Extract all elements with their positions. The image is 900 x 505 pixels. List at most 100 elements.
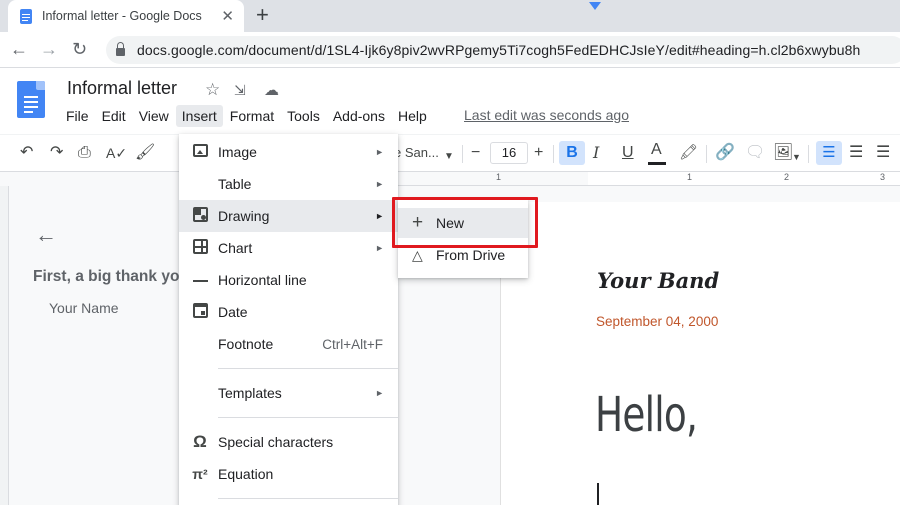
chart-icon xyxy=(191,238,209,258)
toolbar-separator xyxy=(808,145,809,163)
band-heading: Your Band xyxy=(597,268,720,293)
print-icon[interactable]: ⎙ xyxy=(78,143,91,163)
insert-menu-dropdown: Image ► Table ► Drawing ► Chart ► Horizo… xyxy=(179,134,398,505)
insert-chart-menu-item[interactable]: Chart ► xyxy=(179,232,398,264)
insert-image-icon[interactable]: 🖼 xyxy=(773,143,793,163)
menu-separator xyxy=(218,417,398,418)
submenu-arrow-icon: ► xyxy=(375,147,384,157)
text-cursor xyxy=(597,483,599,505)
insert-special-characters-menu-item[interactable]: Ω Special characters xyxy=(179,426,398,458)
submenu-arrow-icon: ► xyxy=(375,211,384,221)
menu-tools[interactable]: Tools xyxy=(281,105,326,127)
greeting-text: Hello, xyxy=(595,387,698,443)
new-tab-button[interactable]: + xyxy=(256,3,269,27)
docs-logo-icon[interactable] xyxy=(17,81,45,118)
vertical-ruler xyxy=(0,186,9,505)
font-family-select[interactable]: e San... xyxy=(394,145,439,160)
ruler-label: 1 xyxy=(687,172,693,182)
align-right-icon[interactable]: ☰ xyxy=(876,143,890,163)
highlight-color-icon[interactable]: 🖍 xyxy=(679,143,698,163)
insert-table-menu-item[interactable]: Table ► xyxy=(179,168,398,200)
move-folder-icon[interactable]: ⇲ xyxy=(234,82,246,99)
footnote-shortcut: Ctrl+Alt+F xyxy=(322,336,383,352)
browser-tab-bar: Informal letter - Google Docs ✕ + xyxy=(0,0,900,32)
insert-equation-menu-item[interactable]: π² Equation xyxy=(179,458,398,490)
browser-tab[interactable]: Informal letter - Google Docs ✕ xyxy=(8,0,244,32)
menu-separator xyxy=(218,368,398,369)
menu-insert[interactable]: Insert xyxy=(175,105,223,127)
close-outline-icon[interactable]: ← xyxy=(35,222,57,248)
underline-button[interactable]: U xyxy=(622,143,634,163)
back-button[interactable]: ← xyxy=(10,39,28,59)
outline-heading[interactable]: First, a big thank you xyxy=(33,268,189,286)
document-outline-panel: ← First, a big thank you Your Name xyxy=(9,186,189,505)
reload-button[interactable]: ↻ xyxy=(72,39,87,59)
italic-button[interactable]: I xyxy=(593,143,599,163)
menu-separator xyxy=(218,498,398,499)
menu-bar: File Edit View Insert Format Tools Add-o… xyxy=(60,104,434,128)
bold-button[interactable]: B xyxy=(559,141,585,165)
undo-icon[interactable]: ↶ xyxy=(20,143,33,163)
equation-icon: π² xyxy=(192,466,208,482)
paint-format-icon[interactable]: 🖌 xyxy=(135,143,155,163)
menu-view[interactable]: View xyxy=(133,105,175,127)
insert-drawing-menu-item[interactable]: Drawing ► xyxy=(179,200,398,232)
insert-link-icon[interactable]: 🔗 xyxy=(715,143,735,163)
url-input[interactable]: docs.google.com/document/d/1SL4-Ijk6y8pi… xyxy=(106,36,900,64)
document-page[interactable]: Your Band September 04, 2000 Hello, xyxy=(500,202,900,505)
ruler-label: 1 xyxy=(496,172,502,182)
address-bar: ← → ↻ docs.google.com/document/d/1SL4-Ij… xyxy=(0,32,900,68)
annotation-highlight-box xyxy=(392,197,538,248)
menu-file[interactable]: File xyxy=(60,105,95,127)
document-title[interactable]: Informal letter xyxy=(67,78,177,99)
drawing-icon xyxy=(191,206,209,226)
submenu-arrow-icon: ► xyxy=(375,243,384,253)
formatting-toolbar: ↶ ↷ ⎙ A✓ 🖌 e San... ▼ − 16 + B I U A 🖍 🔗… xyxy=(0,134,900,172)
docs-favicon-icon xyxy=(20,8,32,24)
align-center-icon[interactable]: ☰ xyxy=(849,143,863,163)
menu-format[interactable]: Format xyxy=(224,105,280,127)
submenu-arrow-icon: ► xyxy=(375,388,384,398)
add-comment-icon[interactable]: 🗨 xyxy=(745,143,765,163)
insert-horizontal-line-menu-item[interactable]: Horizontal line xyxy=(179,264,398,296)
lock-icon xyxy=(116,42,125,56)
toolbar-separator xyxy=(462,145,463,163)
insert-footnote-menu-item[interactable]: Footnote Ctrl+Alt+F xyxy=(179,328,398,360)
last-edit-link[interactable]: Last edit was seconds ago xyxy=(464,107,629,123)
insert-templates-menu-item[interactable]: Templates ► xyxy=(179,377,398,409)
redo-icon[interactable]: ↷ xyxy=(50,143,63,163)
align-left-icon[interactable]: ☰ xyxy=(816,141,842,165)
insert-image-menu-item[interactable]: Image ► xyxy=(179,136,398,168)
menu-help[interactable]: Help xyxy=(392,105,433,127)
increase-font-size-button[interactable]: + xyxy=(534,143,543,163)
tab-title: Informal letter - Google Docs xyxy=(42,9,202,23)
ruler-label: 3 xyxy=(880,172,886,182)
submenu-arrow-icon: ► xyxy=(375,179,384,189)
horizontal-line-icon xyxy=(191,272,209,289)
letter-date: September 04, 2000 xyxy=(596,314,719,329)
menu-addons[interactable]: Add-ons xyxy=(327,105,391,127)
outline-subheading[interactable]: Your Name xyxy=(49,300,119,316)
font-dropdown-icon[interactable]: ▼ xyxy=(444,147,454,167)
star-icon[interactable]: ☆ xyxy=(205,80,220,100)
forward-button[interactable]: → xyxy=(40,39,58,59)
calendar-icon xyxy=(191,302,209,322)
indent-marker[interactable] xyxy=(589,2,601,10)
text-color-button[interactable]: A xyxy=(651,140,662,160)
menu-edit[interactable]: Edit xyxy=(96,105,132,127)
horizontal-ruler[interactable]: 1 1 2 3 xyxy=(398,172,900,186)
text-color-swatch xyxy=(648,162,666,165)
image-icon xyxy=(191,143,209,161)
image-dropdown-icon[interactable]: ▼ xyxy=(792,147,801,167)
ruler-label: 2 xyxy=(784,172,790,182)
close-tab-icon[interactable]: ✕ xyxy=(221,7,234,25)
toolbar-separator xyxy=(553,145,554,163)
toolbar-separator xyxy=(706,145,707,163)
font-size-input[interactable]: 16 xyxy=(490,142,528,164)
cloud-status-icon[interactable]: ☁ xyxy=(264,81,279,99)
spellcheck-icon[interactable]: A✓ xyxy=(106,143,127,163)
decrease-font-size-button[interactable]: − xyxy=(471,143,480,163)
omega-icon: Ω xyxy=(193,432,207,451)
url-text: docs.google.com/document/d/1SL4-Ijk6y8pi… xyxy=(137,42,861,58)
insert-date-menu-item[interactable]: Date xyxy=(179,296,398,328)
